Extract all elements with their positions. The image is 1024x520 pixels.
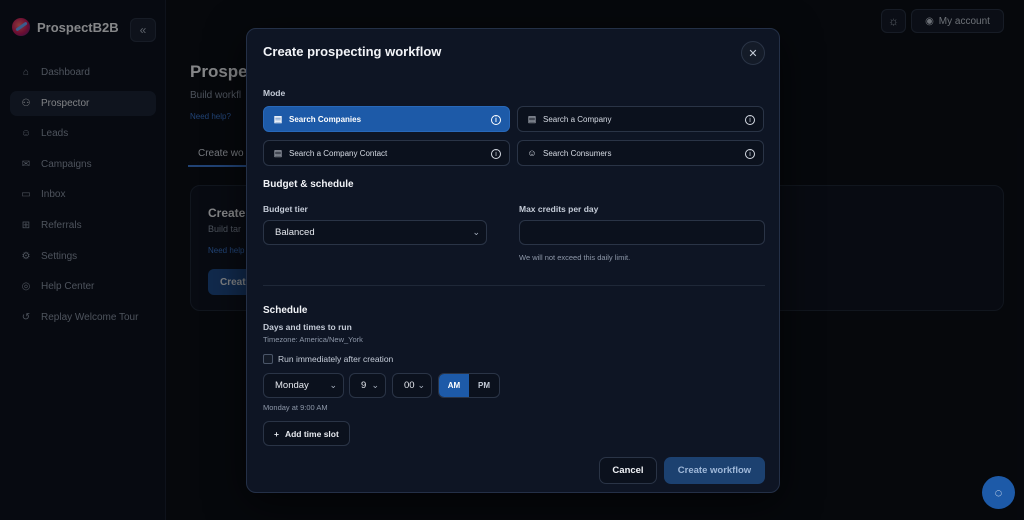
plus-icon: + bbox=[274, 428, 279, 439]
timezone-text: Timezone: America/New_York bbox=[263, 335, 363, 344]
run-immediately-label[interactable]: Run immediately after creation bbox=[278, 354, 393, 364]
day-value: Monday bbox=[275, 380, 309, 391]
schedule-section-title: Schedule bbox=[263, 305, 308, 316]
mode-label-text: Search Companies bbox=[289, 114, 362, 124]
info-icon[interactable]: i bbox=[491, 115, 501, 125]
briefcase-icon: ▤ bbox=[273, 147, 283, 158]
chat-bubble-icon: ◌ bbox=[994, 485, 1003, 500]
hour-select[interactable]: 9 ⌄ bbox=[349, 373, 386, 398]
close-icon: ✕ bbox=[748, 47, 758, 60]
mode-label-text: Search a Company bbox=[543, 114, 612, 124]
info-icon[interactable]: i bbox=[745, 115, 755, 125]
am-option[interactable]: AM bbox=[439, 374, 469, 397]
day-select[interactable]: Monday ⌄ bbox=[263, 373, 344, 398]
budget-section-title: Budget & schedule bbox=[263, 179, 354, 190]
briefcase-icon: ▤ bbox=[527, 113, 537, 124]
pm-option[interactable]: PM bbox=[469, 374, 499, 397]
mode-search-companies[interactable]: ▤ Search Companies i bbox=[263, 106, 510, 132]
am-pm-toggle: AM PM bbox=[438, 373, 500, 398]
close-button[interactable]: ✕ bbox=[741, 41, 765, 65]
max-credits-input[interactable] bbox=[519, 220, 765, 245]
budget-tier-select[interactable]: Balanced ⌄ bbox=[263, 220, 487, 245]
info-icon[interactable]: i bbox=[491, 149, 501, 159]
mode-label-text: Search Consumers bbox=[543, 148, 612, 158]
max-credits-hint: We will not exceed this daily limit. bbox=[519, 253, 631, 262]
add-time-slot-label: Add time slot bbox=[284, 428, 339, 439]
chevron-down-icon: ⌄ bbox=[329, 380, 337, 390]
add-time-slot-button[interactable]: + Add time slot bbox=[263, 421, 350, 446]
chevron-down-icon: ⌄ bbox=[472, 227, 480, 237]
budget-tier-label: Budget tier bbox=[263, 204, 308, 214]
cancel-button[interactable]: Cancel bbox=[599, 457, 657, 484]
person-icon: ☺ bbox=[527, 148, 537, 158]
modal-title: Create prospecting workflow bbox=[263, 44, 442, 59]
budget-tier-value: Balanced bbox=[275, 227, 315, 238]
chevron-down-icon: ⌄ bbox=[417, 380, 425, 390]
divider bbox=[263, 285, 765, 286]
mode-search-consumers[interactable]: ☺ Search Consumers i bbox=[517, 140, 764, 166]
minute-value: 00 bbox=[404, 380, 415, 391]
create-workflow-button[interactable]: Create workflow bbox=[664, 457, 765, 484]
mode-label: Mode bbox=[263, 88, 286, 98]
chat-button[interactable]: ◌ bbox=[982, 476, 1015, 509]
mode-label-text: Search a Company Contact bbox=[289, 148, 388, 158]
hour-value: 9 bbox=[361, 380, 367, 391]
info-icon[interactable]: i bbox=[745, 149, 755, 159]
max-credits-label: Max credits per day bbox=[519, 204, 599, 214]
schedule-summary: Monday at 9:00 AM bbox=[263, 403, 328, 412]
briefcase-icon: ▤ bbox=[273, 113, 283, 124]
run-immediately-checkbox[interactable] bbox=[263, 354, 273, 364]
chevron-down-icon: ⌄ bbox=[371, 380, 379, 390]
create-workflow-modal: Create prospecting workflow ✕ Mode ▤ Sea… bbox=[246, 28, 780, 493]
minute-select[interactable]: 00 ⌄ bbox=[392, 373, 432, 398]
mode-search-company-contact[interactable]: ▤ Search a Company Contact i bbox=[263, 140, 510, 166]
mode-search-a-company[interactable]: ▤ Search a Company i bbox=[517, 106, 764, 132]
days-times-label: Days and times to run bbox=[263, 322, 352, 332]
